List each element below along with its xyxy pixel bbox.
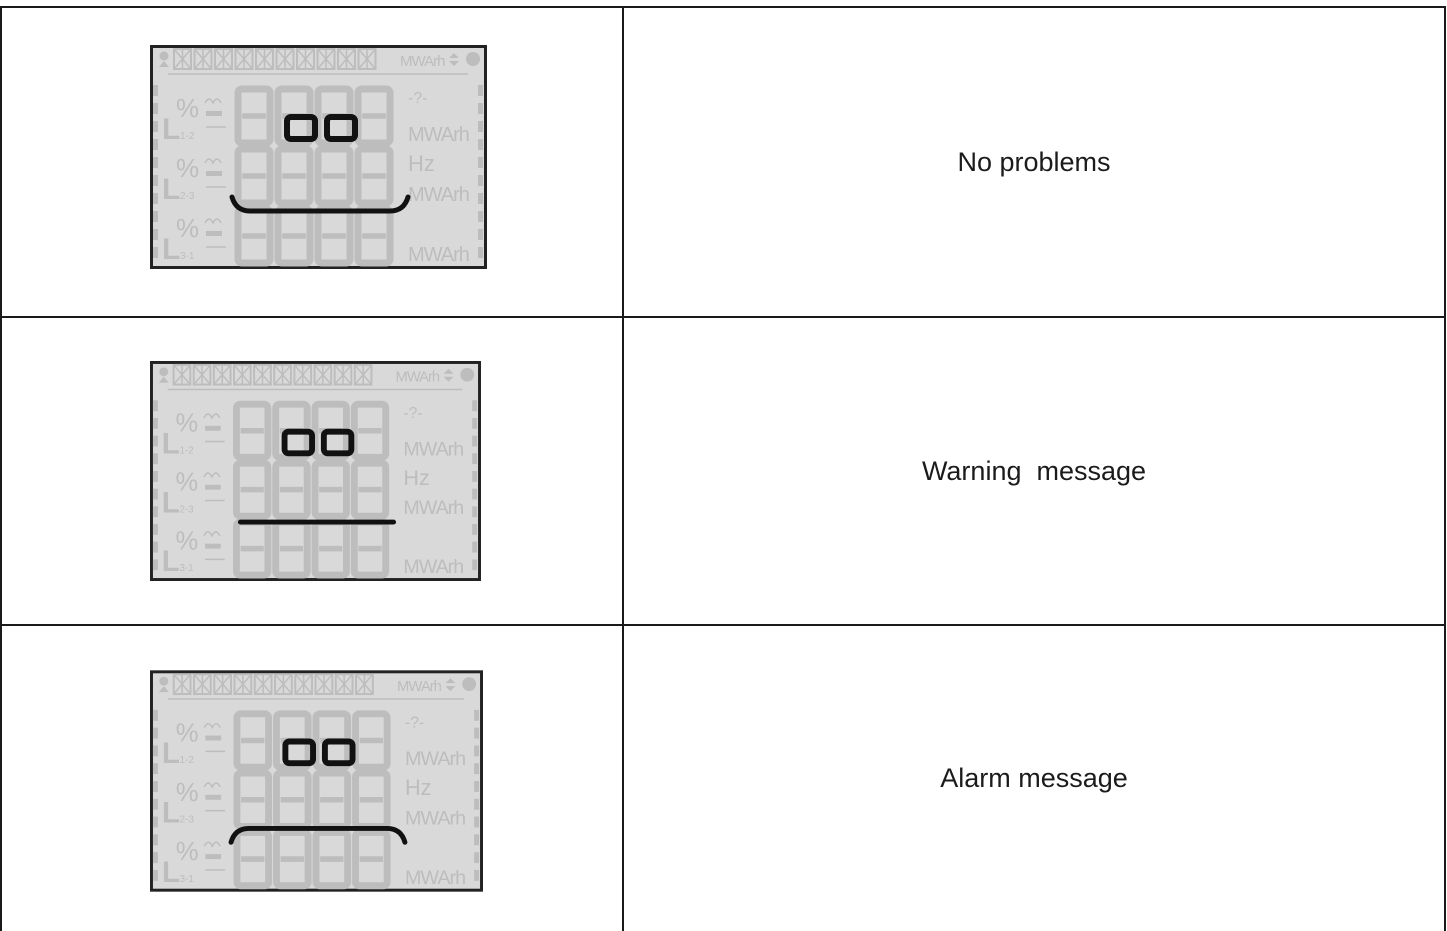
- svg-text:MWArh: MWArh: [403, 497, 463, 519]
- table-row-3-text-cell: Alarm message: [624, 626, 1444, 931]
- status-table: MWArh% L 1-2 MWArh% L 2-3 MWArh% L 3-1 MWArh -?- Hz…: [0, 0, 1447, 931]
- svg-text:L: L: [162, 797, 180, 830]
- svg-text:Hz: Hz: [408, 151, 435, 176]
- svg-text:-?-: -?-: [405, 715, 424, 732]
- lcd-svg: MWArh%L 1-2 MWArh%L 2-3 MWArh%L 3-1 MWArh-?-Hz: [150, 670, 483, 892]
- table-row-1-text-cell: No problems: [624, 8, 1444, 316]
- svg-text:MWArh: MWArh: [403, 556, 463, 578]
- svg-text:Hz: Hz: [403, 465, 429, 490]
- gear-icon: [159, 676, 169, 686]
- svg-text:L: L: [162, 173, 180, 206]
- svg-text:MWArh: MWArh: [408, 244, 469, 266]
- gear-icon: [159, 51, 169, 61]
- svg-text:MWArh: MWArh: [403, 438, 463, 460]
- svg-text:1-2: 1-2: [180, 755, 194, 766]
- svg-text:L: L: [162, 545, 180, 578]
- svg-text:2-3: 2-3: [180, 191, 195, 202]
- svg-text:MWArh: MWArh: [405, 807, 465, 829]
- svg-text:1-2: 1-2: [180, 131, 195, 142]
- status-label-no-problems: No problems: [957, 146, 1111, 177]
- check-icon: [462, 677, 477, 692]
- status-label-alarm: Alarm message: [940, 763, 1128, 793]
- svg-text:2-3: 2-3: [179, 504, 194, 515]
- svg-text:MWArh: MWArh: [408, 124, 469, 146]
- table-row-1-image-cell: MWArh% L 1-2 MWArh% L 2-3 MWArh% L 3-1 MWArh -?- Hz: [2, 8, 622, 316]
- svg-text:MWArh: MWArh: [405, 748, 465, 770]
- lcd-display-neutral-face: MWArh% L 1-2 MWArh% L 2-3 MWArh% L 3-1 MWArh -?- Hz: [150, 361, 481, 581]
- svg-text:L: L: [162, 427, 180, 460]
- check-icon: [460, 367, 475, 382]
- lcd-svg: MWArh%L 1-2 MWArh%L 2-3 MWArh%L 3-1 MWArh-?-Hz: [150, 361, 481, 581]
- lcd-unit-top: MWArh: [396, 370, 440, 386]
- table-row-2-image-cell: MWArh% L 1-2 MWArh% L 2-3 MWArh% L 3-1 MWArh -?- Hz: [2, 318, 622, 624]
- lcd-display-sad-face: MWArh% L 1-2 MWArh% L 2-3 MWArh% L 3-1 MWArh -?- Hz: [150, 670, 483, 892]
- svg-text:-?-: -?-: [408, 90, 428, 107]
- svg-text:L: L: [162, 233, 180, 266]
- table-row-2-text-cell: Warning message: [624, 318, 1444, 624]
- svg-text:MWArh: MWArh: [408, 184, 469, 206]
- gear-icon: [159, 367, 169, 377]
- table-border-right: [1444, 7, 1446, 931]
- lcd-svg: MWArh%L 1-2 MWArh%L 2-3 MWArh%L 3-1 MWArh-?-Hz: [150, 45, 487, 269]
- svg-text:3-1: 3-1: [180, 874, 195, 885]
- svg-text:Hz: Hz: [405, 775, 432, 800]
- svg-text:3-1: 3-1: [180, 251, 195, 262]
- lcd-display-happy-face: MWArh% L 1-2 MWArh% L 2-3 MWArh% L 3-1 MWArh -?- Hz: [150, 45, 487, 269]
- check-icon: [466, 52, 480, 66]
- svg-text:MWArh: MWArh: [405, 867, 465, 889]
- svg-text:2-3: 2-3: [180, 815, 195, 826]
- lcd-unit-top: MWArh: [400, 53, 445, 70]
- svg-text:L: L: [162, 486, 180, 519]
- svg-text:L: L: [162, 113, 180, 146]
- status-label-warning: Warning message: [921, 455, 1147, 486]
- svg-text:1-2: 1-2: [179, 445, 193, 456]
- svg-text:L: L: [162, 856, 180, 889]
- lcd-unit-top: MWArh: [397, 679, 442, 695]
- svg-text:L: L: [162, 737, 180, 770]
- table-row-3-image-cell: MWArh% L 1-2 MWArh% L 2-3 MWArh% L 3-1 MWArh -?- Hz: [2, 626, 622, 931]
- svg-text:3-1: 3-1: [179, 563, 193, 574]
- svg-text:-?-: -?-: [403, 405, 422, 422]
